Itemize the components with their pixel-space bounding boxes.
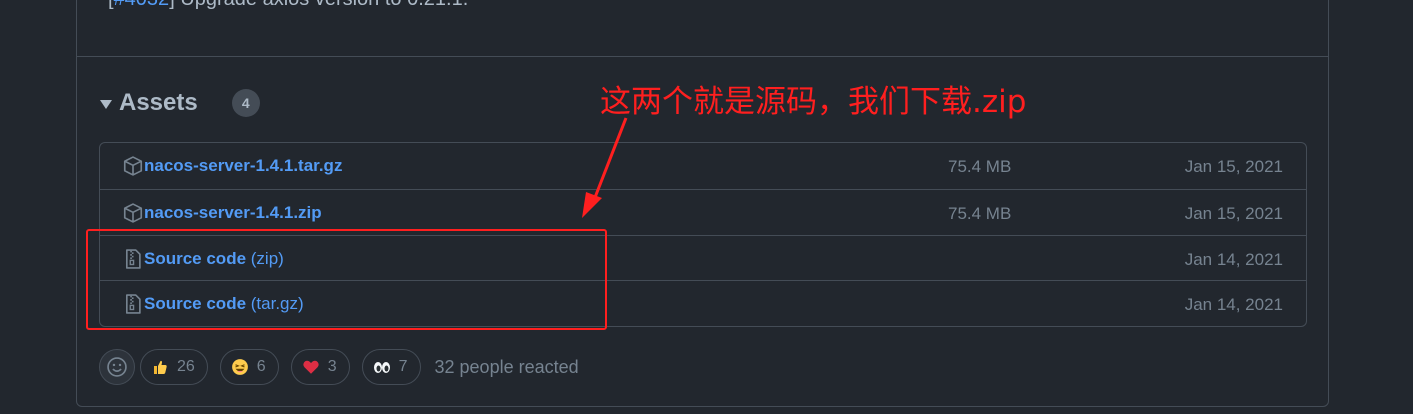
reaction-eyes[interactable]: 7 (361, 349, 421, 385)
asset-date: Jan 15, 2021 (1184, 157, 1283, 176)
release-note-line: [#4032] Upgrade axios version to 0.21.1. (108, 0, 468, 11)
eyes-icon (373, 358, 391, 376)
reaction-heart[interactable]: 3 (290, 349, 350, 385)
asset-date: Jan 14, 2021 (1184, 295, 1283, 315)
reaction-count: 7 (398, 358, 408, 375)
reaction-count: 6 (256, 358, 266, 375)
reactions-summary: 32 people reacted (434, 356, 579, 377)
reaction-count: 26 (177, 358, 195, 375)
asset-name: nacos-server-1.4.1.tar.gz (144, 156, 343, 175)
reactions-bar: 26 6 3 7 32 people reacted (99, 349, 579, 385)
annotation-highlight-box (86, 229, 607, 330)
release-page: [#4032] Upgrade axios version to 0.21.1.… (0, 0, 1413, 414)
note-text: ] Upgrade axios version to 0.21.1. (169, 0, 468, 10)
laugh-icon (231, 358, 249, 376)
smiley-icon (107, 357, 127, 377)
annotation-text: 这两个就是源码，我们下载.zip (600, 84, 1027, 120)
caret-down-icon (100, 100, 112, 109)
asset-row: nacos-server-1.4.1.tar.gz 75.4 MB Jan 15… (100, 143, 1306, 189)
package-icon (123, 202, 143, 223)
assets-count-badge: 4 (231, 89, 260, 117)
assets-title: Assets (119, 89, 198, 116)
asset-size: 75.4 MB (948, 203, 1012, 223)
thumbs-up-icon (151, 358, 169, 376)
assets-toggle[interactable]: Assets 4 (98, 86, 260, 120)
reaction-count: 3 (327, 358, 337, 375)
add-reaction-button[interactable] (99, 349, 135, 385)
asset-date: Jan 15, 2021 (1184, 203, 1283, 223)
asset-name: nacos-server-1.4.1.zip (144, 202, 322, 222)
asset-download-link[interactable]: nacos-server-1.4.1.zip (144, 203, 322, 223)
section-divider (77, 56, 1328, 57)
asset-row: nacos-server-1.4.1.zip 75.4 MB Jan 15, 2… (100, 188, 1306, 235)
reaction-laugh[interactable]: 6 (219, 349, 279, 385)
asset-date: Jan 14, 2021 (1184, 249, 1283, 269)
asset-download-link[interactable]: nacos-server-1.4.1.tar.gz (144, 156, 342, 176)
package-icon (123, 156, 143, 176)
reaction-thumbs-up[interactable]: 26 (140, 349, 208, 385)
asset-size: 75.4 MB (948, 157, 1012, 176)
issue-link[interactable]: #4032 (114, 0, 170, 10)
heart-icon (302, 358, 320, 376)
